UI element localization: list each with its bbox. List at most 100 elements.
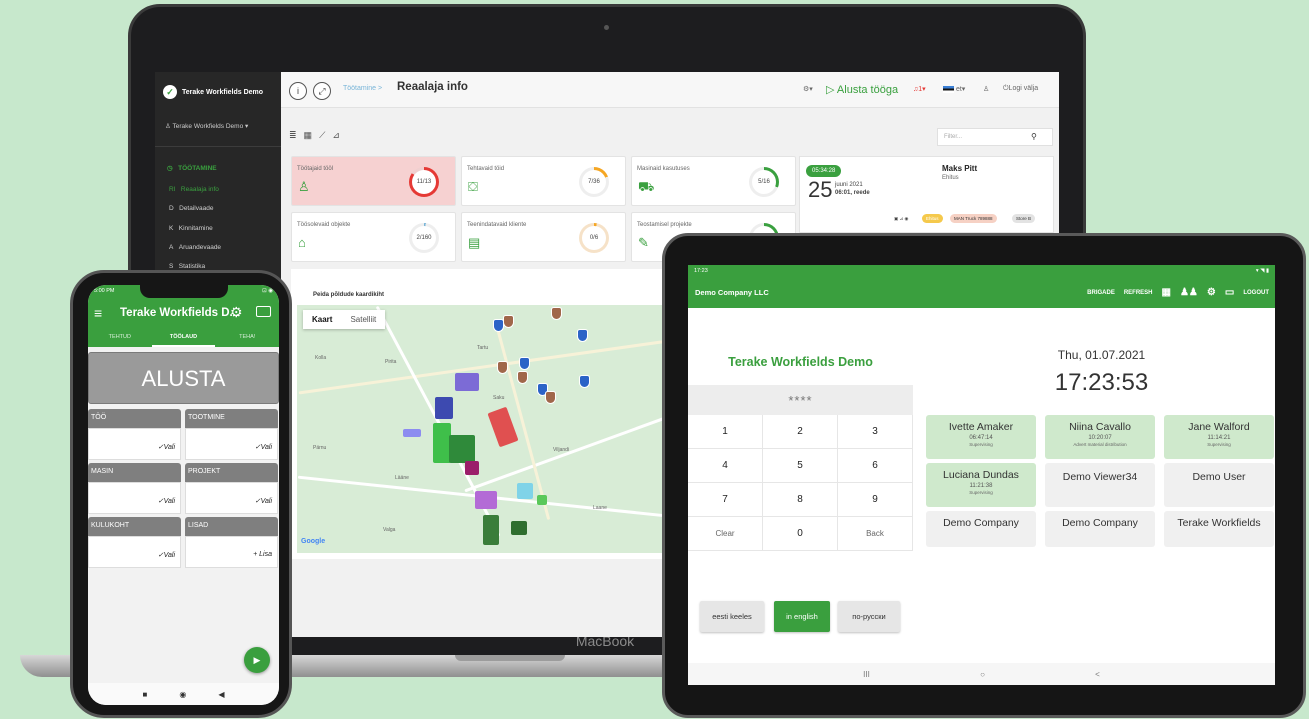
recent-apps-icon[interactable]: III — [863, 670, 870, 679]
key-8[interactable]: 8 — [763, 483, 838, 517]
sidebar-item-aruandevaade[interactable]: A Aruandevaade — [169, 244, 221, 251]
key-2[interactable]: 2 — [763, 415, 838, 449]
select-production-button[interactable]: ✓Vali — [185, 428, 278, 460]
employee-tile[interactable]: Luciana Dundas 11:21:38 Supervising — [926, 463, 1036, 507]
home-icon[interactable]: ○ — [980, 670, 985, 679]
select-project-button[interactable]: ✓Vali — [185, 482, 278, 514]
map-view-icon[interactable]: ⊿ — [332, 130, 347, 140]
key-0[interactable]: 0 — [763, 517, 838, 551]
sidebar-item-detailvaade[interactable]: D Detailvaade — [169, 205, 213, 212]
language-english-button[interactable]: in english — [774, 601, 830, 632]
grid-view-icon[interactable]: ▦ — [304, 130, 320, 140]
fullscreen-icon[interactable]: ⤢ — [313, 82, 331, 100]
tab-tehtud[interactable]: TEHTUD — [88, 329, 152, 347]
start-button[interactable]: ALUSTA — [88, 352, 279, 404]
gear-icon[interactable]: ⚙ — [230, 304, 243, 321]
tab-teha[interactable]: TEHA! — [215, 329, 279, 347]
key-3[interactable]: 3 — [838, 415, 913, 449]
map-pin[interactable] — [545, 391, 556, 404]
map-pin[interactable] — [497, 361, 508, 374]
back-button[interactable]: Back — [838, 517, 913, 551]
folder-icon[interactable]: ▭ — [1225, 287, 1234, 298]
map-pin[interactable] — [503, 315, 514, 328]
key-4[interactable]: 4 — [688, 449, 763, 483]
view-toolbar[interactable]: ≣▦⟋⊿ — [289, 130, 347, 141]
status-time: 17:23 — [694, 268, 708, 274]
menu-icon[interactable]: ≡ — [94, 305, 102, 321]
add-extras-button[interactable]: + Lisa — [185, 536, 278, 568]
map-pin[interactable] — [517, 371, 528, 384]
sidebar-user[interactable]: ♙ Terake Workfields Demo ▾ — [165, 122, 248, 130]
employee-tile[interactable]: Demo Viewer34 — [1045, 463, 1155, 507]
tab-bar: TEHTUD TÖÖLAUD TEHA! — [88, 329, 279, 347]
hide-fields-toggle[interactable]: Peida põldude kaardikiht — [313, 292, 384, 298]
timer-icon: ◷ — [167, 165, 175, 172]
logout-button[interactable]: ⏻Logi välja — [1003, 85, 1038, 93]
stat-card-workers[interactable]: Töötajaid tööl ♙ 11/13 — [291, 156, 456, 206]
select-cost-center-button[interactable]: ✓Vali — [88, 536, 181, 568]
logout-button[interactable]: LOGOUT — [1243, 290, 1269, 296]
breadcrumb[interactable]: Töötamine > — [343, 85, 382, 92]
stat-card-clients[interactable]: Teenindatavaid kliente ▤ 0/6 — [461, 212, 626, 262]
select-job-button[interactable]: ✓Vali — [88, 428, 181, 460]
sidebar-item-statistika[interactable]: S Statistika — [169, 263, 205, 270]
employee-tile[interactable]: Niina Cavallo 10:20:07 Advert material d… — [1045, 415, 1155, 459]
brigade-button[interactable]: BRIGADE — [1087, 290, 1115, 296]
settings-icon[interactable]: ⚙▾ — [803, 85, 813, 93]
recent-apps-icon[interactable]: ■ — [143, 690, 148, 699]
tab-toolaud[interactable]: TÖÖLAUD — [151, 329, 216, 347]
map-pin[interactable] — [519, 357, 530, 370]
map-pin[interactable] — [551, 307, 562, 320]
back-icon[interactable]: ◀ — [218, 690, 224, 699]
key-1[interactable]: 1 — [688, 415, 763, 449]
chart-view-icon[interactable]: ⟋ — [319, 130, 332, 140]
language-select[interactable]: et▾ — [943, 85, 965, 93]
employee-tile[interactable]: Demo User — [1164, 463, 1274, 507]
profile-icon[interactable]: ♙ — [983, 85, 989, 93]
card-label: Teenindatavaid kliente — [467, 222, 527, 228]
back-icon[interactable]: < — [1095, 670, 1100, 679]
list-view-icon[interactable]: ≣ — [289, 130, 304, 140]
sidebar-brand[interactable]: ✓ Terake Workfields Demo — [163, 82, 281, 102]
cell-header: MASIN — [88, 463, 181, 482]
language-estonian-button[interactable]: eesti keeles — [700, 601, 764, 632]
sidebar-item-kinnitamine[interactable]: K Kinnitamine — [169, 225, 213, 232]
stat-card-objects[interactable]: Töösolevaid objekte ⌂ 2/160 — [291, 212, 456, 262]
calendar-icon[interactable]: ▦ — [1162, 287, 1171, 298]
map-pin[interactable] — [577, 329, 588, 342]
sidebar-section-tootamine[interactable]: ◷ TÖÖTAMINE — [167, 164, 217, 172]
select-machine-button[interactable]: ✓Vali — [88, 482, 181, 514]
employee-tile[interactable]: Demo Company — [926, 511, 1036, 547]
map-tab-kaart[interactable]: Kaart — [303, 310, 341, 329]
sidebar-item-reaalaja-info[interactable]: RI Reaalaja info — [169, 186, 219, 193]
employee-tile[interactable]: Terake Workfields — [1164, 511, 1274, 547]
key-9[interactable]: 9 — [838, 483, 913, 517]
alerts-badge[interactable]: ♫1▾ — [913, 85, 926, 93]
key-6[interactable]: 6 — [838, 449, 913, 483]
map-tab-satelliit[interactable]: Satelliit — [341, 310, 385, 329]
gear-icon[interactable]: ⚙ — [1207, 287, 1216, 298]
employee-tile[interactable]: Jane Walford 11:14:21 Supervising — [1164, 415, 1274, 459]
start-work-button[interactable]: ▷ Alusta tööga — [826, 83, 898, 96]
key-7[interactable]: 7 — [688, 483, 763, 517]
refresh-button[interactable]: REFRESH — [1124, 290, 1153, 296]
info-icon[interactable]: i — [289, 82, 307, 100]
stat-card-jobs[interactable]: Tehtavaid töid ⛋ 7/36 — [461, 156, 626, 206]
key-5[interactable]: 5 — [763, 449, 838, 483]
play-fab-button[interactable]: ▶ — [244, 647, 270, 673]
language-russian-button[interactable]: по-русски — [838, 601, 900, 632]
active-worker-card[interactable]: 05:34:28 25 juuni 2021 06:01, reede Maks… — [799, 156, 1054, 233]
group-icon[interactable]: ♟♟ — [1180, 287, 1198, 298]
item-label: Aruandevaade — [178, 244, 222, 251]
map-pin[interactable] — [579, 375, 590, 388]
employee-tile[interactable]: Ivette Amaker 06:47:14 Supervising — [926, 415, 1036, 459]
clear-button[interactable]: Clear — [688, 517, 763, 551]
employee-tile[interactable]: Demo Company — [1045, 511, 1155, 547]
employee-name: Ivette Amaker — [948, 421, 1014, 433]
folder-icon[interactable] — [256, 306, 271, 317]
home-icon[interactable]: ◉ — [179, 690, 186, 699]
breadcrumb-link[interactable]: Töötamine — [343, 85, 376, 92]
search-icon[interactable]: ⚲ — [1031, 132, 1037, 141]
map-label: Pirita — [385, 359, 397, 365]
stat-card-machines[interactable]: Masinaid kasutuses ⛟ 5/16 — [631, 156, 796, 206]
